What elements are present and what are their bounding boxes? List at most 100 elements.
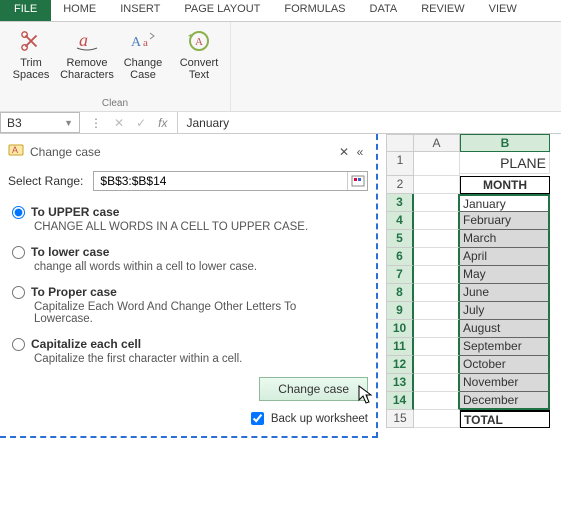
accept-formula-icon[interactable]: ✓ bbox=[136, 116, 146, 130]
cell-a9[interactable] bbox=[414, 302, 460, 320]
row-header-2[interactable]: 2 bbox=[386, 176, 414, 194]
cell-a2[interactable] bbox=[414, 176, 460, 194]
tab-file[interactable]: FILE bbox=[0, 0, 51, 21]
row-header-7[interactable]: 7 bbox=[386, 266, 414, 284]
chevron-down-icon[interactable]: ▼ bbox=[64, 118, 73, 128]
fx-icon[interactable]: fx bbox=[158, 116, 167, 130]
row-header-8[interactable]: 8 bbox=[386, 284, 414, 302]
worksheet-grid[interactable]: A B 1 PLANE 2 MONTH 3 January 4 February 5 Ma… bbox=[386, 134, 550, 438]
svg-text:A: A bbox=[131, 35, 142, 50]
cell-a4[interactable] bbox=[414, 212, 460, 230]
cell-b1[interactable]: PLANE bbox=[460, 152, 550, 174]
name-box[interactable]: B3 ▼ bbox=[0, 112, 80, 133]
cell-b7[interactable]: May bbox=[460, 266, 550, 284]
option-lower-desc: change all words within a cell to lower … bbox=[34, 261, 344, 273]
option-upper-radio[interactable] bbox=[12, 206, 25, 219]
tab-review[interactable]: REVIEW bbox=[409, 0, 476, 21]
tab-data[interactable]: DATA bbox=[358, 0, 410, 21]
option-proper-radio[interactable] bbox=[12, 286, 25, 299]
cell-b11[interactable]: September bbox=[460, 338, 550, 356]
row-header-9[interactable]: 9 bbox=[386, 302, 414, 320]
option-capcell-desc: Capitalize the first character within a … bbox=[34, 353, 344, 365]
convert-text-label: Convert Text bbox=[176, 57, 222, 81]
cell-a8[interactable] bbox=[414, 284, 460, 302]
option-proper-label: To Proper case bbox=[31, 285, 117, 299]
cell-b2[interactable]: MONTH bbox=[460, 176, 550, 194]
tab-view[interactable]: VIEW bbox=[477, 0, 529, 21]
close-icon[interactable]: ✕ bbox=[336, 145, 352, 159]
cell-b3[interactable]: January bbox=[460, 194, 550, 212]
change-case-label: Change Case bbox=[120, 57, 166, 81]
cell-a14[interactable] bbox=[414, 392, 460, 410]
cell-a12[interactable] bbox=[414, 356, 460, 374]
col-header-b[interactable]: B bbox=[460, 134, 550, 152]
row-header-10[interactable]: 10 bbox=[386, 320, 414, 338]
option-capcell-radio[interactable] bbox=[12, 338, 25, 351]
option-lower-radio[interactable] bbox=[12, 246, 25, 259]
option-upper-desc: CHANGE ALL WORDS IN A CELL TO UPPER CASE… bbox=[34, 221, 344, 233]
tab-home[interactable]: HOME bbox=[51, 0, 108, 21]
cell-a6[interactable] bbox=[414, 248, 460, 266]
pane-title: Change case bbox=[30, 145, 101, 159]
row-header-4[interactable]: 4 bbox=[386, 212, 414, 230]
cell-b10[interactable]: August bbox=[460, 320, 550, 338]
cancel-formula-icon[interactable]: ✕ bbox=[114, 116, 124, 130]
cell-b15[interactable]: TOTAL bbox=[460, 410, 550, 428]
formula-input[interactable]: January bbox=[178, 112, 561, 133]
option-proper[interactable]: To Proper case bbox=[12, 285, 368, 299]
change-case-button[interactable]: Aa Change Case bbox=[118, 26, 168, 83]
remove-characters-button[interactable]: a Remove Characters bbox=[62, 26, 112, 83]
change-case-icon: Aa bbox=[130, 28, 156, 54]
option-upper[interactable]: To UPPER case bbox=[12, 205, 368, 219]
row-header-15[interactable]: 15 bbox=[386, 410, 414, 428]
tab-page-layout[interactable]: PAGE LAYOUT bbox=[172, 0, 272, 21]
option-lower[interactable]: To lower case bbox=[12, 245, 368, 259]
cell-b14[interactable]: December bbox=[460, 392, 550, 410]
option-proper-desc: Capitalize Each Word And Change Other Le… bbox=[34, 301, 344, 325]
change-case-apply-button[interactable]: Change case bbox=[259, 377, 368, 401]
option-lower-label: To lower case bbox=[31, 245, 109, 259]
option-capcell[interactable]: Capitalize each cell bbox=[12, 337, 368, 351]
cell-a3[interactable] bbox=[414, 194, 460, 212]
cell-b12[interactable]: October bbox=[460, 356, 550, 374]
cell-b5[interactable]: March bbox=[460, 230, 550, 248]
cell-b8[interactable]: June bbox=[460, 284, 550, 302]
row-header-13[interactable]: 13 bbox=[386, 374, 414, 392]
cell-a13[interactable] bbox=[414, 374, 460, 392]
row-header-12[interactable]: 12 bbox=[386, 356, 414, 374]
name-box-value: B3 bbox=[7, 116, 22, 130]
formula-menu-icon[interactable]: ⋮ bbox=[90, 116, 102, 130]
svg-text:a: a bbox=[143, 37, 148, 49]
row-header-3[interactable]: 3 bbox=[386, 194, 414, 212]
svg-text:A: A bbox=[195, 36, 203, 48]
row-header-14[interactable]: 14 bbox=[386, 392, 414, 410]
cell-a1[interactable] bbox=[414, 152, 460, 176]
tab-formulas[interactable]: FORMULAS bbox=[272, 0, 357, 21]
cell-b13[interactable]: November bbox=[460, 374, 550, 392]
convert-text-button[interactable]: A Convert Text bbox=[174, 26, 224, 83]
col-header-a[interactable]: A bbox=[414, 134, 460, 152]
cell-b4[interactable]: February bbox=[460, 212, 550, 230]
select-all-corner[interactable] bbox=[386, 134, 414, 152]
row-header-1[interactable]: 1 bbox=[386, 152, 414, 176]
row-header-6[interactable]: 6 bbox=[386, 248, 414, 266]
trim-spaces-button[interactable]: Trim Spaces bbox=[6, 26, 56, 83]
cell-a7[interactable] bbox=[414, 266, 460, 284]
cell-b6[interactable]: April bbox=[460, 248, 550, 266]
range-input[interactable] bbox=[94, 174, 347, 188]
row-header-11[interactable]: 11 bbox=[386, 338, 414, 356]
tab-insert[interactable]: INSERT bbox=[108, 0, 172, 21]
backup-checkbox[interactable] bbox=[251, 412, 264, 425]
cell-a10[interactable] bbox=[414, 320, 460, 338]
scissors-icon bbox=[18, 28, 44, 54]
range-picker-icon[interactable] bbox=[347, 172, 367, 190]
cell-a11[interactable] bbox=[414, 338, 460, 356]
cell-a15[interactable] bbox=[414, 410, 460, 428]
convert-text-icon: A bbox=[186, 28, 212, 54]
cell-a5[interactable] bbox=[414, 230, 460, 248]
option-capcell-label: Capitalize each cell bbox=[31, 337, 141, 351]
change-case-pane: A Change case ✕ « Select Range: To UPPER… bbox=[0, 134, 378, 438]
cell-b9[interactable]: July bbox=[460, 302, 550, 320]
row-header-5[interactable]: 5 bbox=[386, 230, 414, 248]
collapse-icon[interactable]: « bbox=[352, 145, 368, 159]
